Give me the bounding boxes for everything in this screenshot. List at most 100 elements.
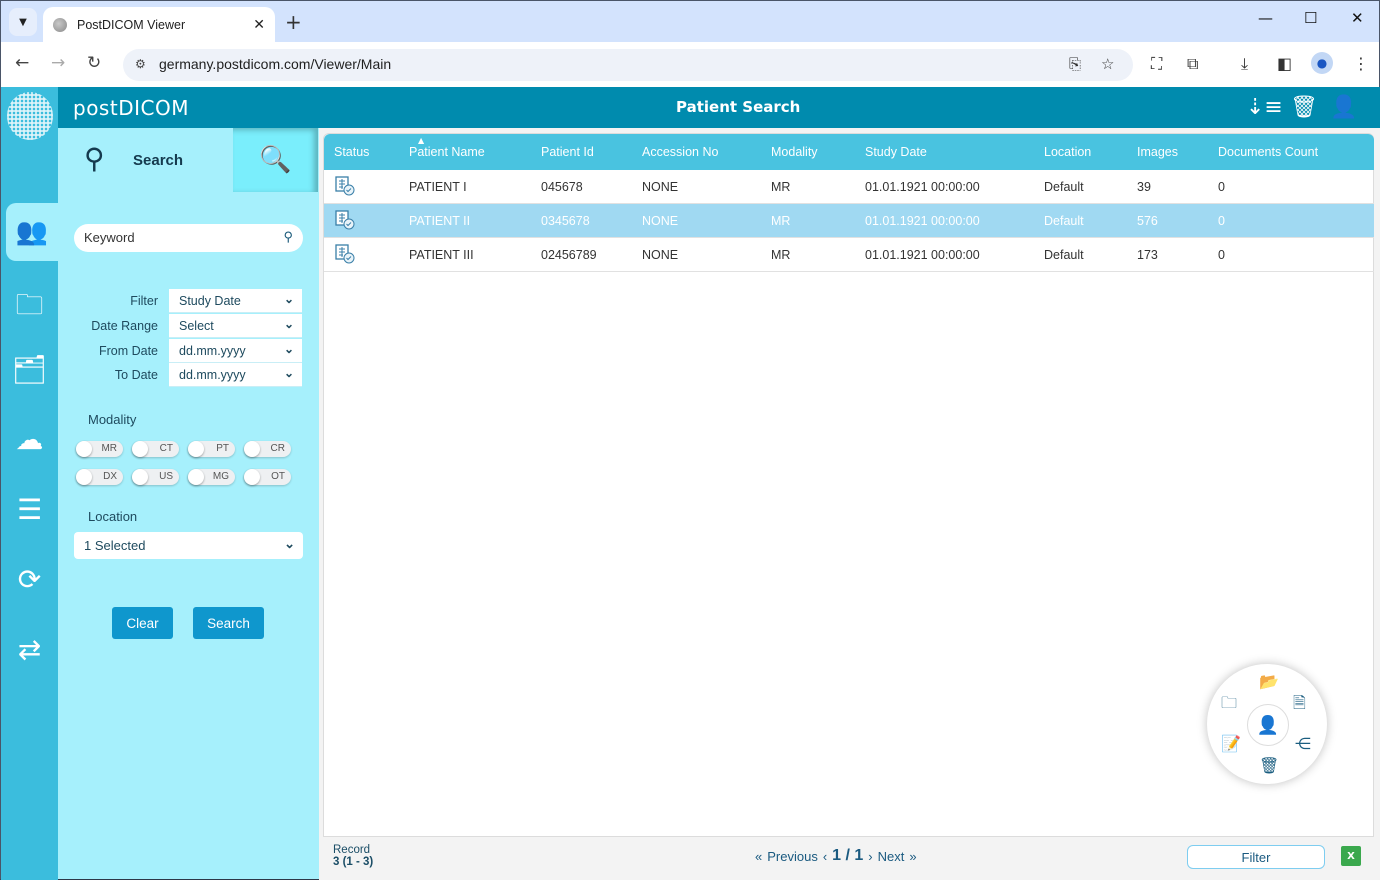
- col-accession-no[interactable]: Accession No: [642, 145, 718, 159]
- share-icon[interactable]: ⋲: [1295, 734, 1311, 753]
- user-icon[interactable]: 👤: [1330, 95, 1357, 120]
- col-images[interactable]: Images: [1137, 145, 1178, 159]
- forward-icon[interactable]: →: [51, 53, 65, 73]
- to-date-input[interactable]: dd.mm.yyyy ⌄: [169, 363, 302, 387]
- excel-export-icon[interactable]: X: [1341, 846, 1361, 866]
- reload-icon[interactable]: ↻: [87, 53, 101, 73]
- open-folder-icon[interactable]: 📂: [1259, 672, 1279, 691]
- keyword-search-icon[interactable]: ⚲: [283, 229, 293, 245]
- chevron-down-icon: ▼: [19, 16, 27, 28]
- rail-worklist[interactable]: ☰: [1, 493, 58, 526]
- date-range-label: Date Range: [91, 319, 158, 333]
- modality-toggle-cr[interactable]: CR: [244, 441, 291, 457]
- add-patient-button[interactable]: 👤: [1247, 704, 1289, 746]
- table-row[interactable]: PATIENT I 045678 NONE MR 01.01.1921 00:0…: [324, 170, 1374, 204]
- close-tab-icon[interactable]: ✕: [253, 17, 265, 33]
- close-window-icon[interactable]: ✕: [1351, 9, 1364, 27]
- modality-toggle-us[interactable]: US: [132, 469, 179, 485]
- chevron-down-icon: ⌄: [283, 342, 294, 356]
- trash-icon[interactable]: 🗑: [1259, 756, 1279, 775]
- table-row[interactable]: PATIENT III 02456789 NONE MR 01.01.1921 …: [324, 238, 1374, 272]
- rail-folders[interactable]: 🗀: [1, 284, 58, 332]
- minimize-icon[interactable]: —: [1258, 9, 1273, 27]
- rail-studies[interactable]: 🗂: [1, 353, 58, 386]
- main-panel: Status ▲ Patient Name Patient Id Accessi…: [319, 128, 1380, 880]
- download-icon[interactable]: ⤓: [1241, 54, 1248, 74]
- first-page-icon[interactable]: «: [755, 849, 762, 864]
- rail-upload[interactable]: ☁: [1, 423, 58, 456]
- new-tab-icon[interactable]: +: [285, 10, 302, 34]
- page-title: Patient Search: [676, 98, 801, 116]
- col-status[interactable]: Status: [334, 145, 369, 159]
- modality-toggle-ot[interactable]: OT: [244, 469, 291, 485]
- col-documents-count[interactable]: Documents Count: [1218, 145, 1318, 159]
- cell-patient-name: PATIENT I: [409, 180, 467, 194]
- bookmark-star-icon[interactable]: ☆: [1101, 55, 1114, 73]
- sync-icon: ⟳: [17, 563, 42, 596]
- record-value: 3 (1 - 3): [333, 856, 374, 868]
- cell-patient-name: PATIENT III: [409, 248, 474, 262]
- rail-patients[interactable]: 👥: [6, 203, 58, 261]
- clear-button[interactable]: Clear: [112, 607, 173, 639]
- site-info-icon[interactable]: ⚙: [135, 57, 146, 71]
- search-button[interactable]: Search: [193, 607, 264, 639]
- extensions-icon[interactable]: ⧉: [1187, 54, 1198, 74]
- col-patient-id[interactable]: Patient Id: [541, 145, 594, 159]
- recycle-bin-icon[interactable]: 🗑: [1290, 95, 1318, 120]
- address-bar[interactable]: ⚙ germany.postdicom.com/Viewer/Main ⎘ ☆: [123, 49, 1133, 81]
- keyword-input[interactable]: Keyword ⚲: [74, 224, 303, 252]
- filter-button[interactable]: Filter: [1187, 845, 1325, 869]
- from-date-input[interactable]: dd.mm.yyyy ⌄: [169, 339, 302, 363]
- cell-modality: MR: [771, 248, 791, 262]
- toggle-knob: [76, 469, 92, 485]
- tab-advanced-search[interactable]: 🔍: [233, 128, 318, 192]
- last-page-icon[interactable]: »: [909, 849, 916, 864]
- previous-button[interactable]: Previous: [767, 849, 818, 864]
- left-rail: 👥 🗀 🗂 ☁ ☰ ⟳ ⇄: [1, 87, 58, 880]
- browser-tab[interactable]: PostDICOM Viewer ✕: [43, 7, 275, 43]
- add-folder-icon[interactable]: 🗀: [1221, 692, 1237, 719]
- translate-icon[interactable]: ⎘: [1069, 55, 1081, 73]
- from-date-row: From Date dd.mm.yyyy ⌄: [61, 339, 303, 363]
- modality-toggle-mg[interactable]: MG: [188, 469, 235, 485]
- cell-modality: MR: [771, 214, 791, 228]
- modality-toggle-mr[interactable]: MR: [76, 441, 123, 457]
- url-text[interactable]: germany.postdicom.com/Viewer/Main: [159, 56, 391, 72]
- rail-sync[interactable]: ⟳: [1, 563, 58, 596]
- more-menu-icon[interactable]: ⋮: [1353, 54, 1369, 73]
- profile-avatar[interactable]: ●: [1311, 52, 1333, 74]
- prev-page-icon[interactable]: ‹: [823, 849, 827, 864]
- modality-toggle-pt[interactable]: PT: [188, 441, 235, 457]
- browser-tabstrip: ▼ PostDICOM Viewer ✕ + — ☐ ✕: [0, 0, 1380, 43]
- logo-globe-icon: [7, 92, 53, 140]
- toggle-label: DX: [103, 471, 117, 482]
- tab-search-dropdown[interactable]: ▼: [9, 8, 37, 36]
- person-icon: ●: [1316, 56, 1328, 70]
- col-patient-name[interactable]: Patient Name: [409, 145, 485, 159]
- tab-search[interactable]: ⚲ Search: [58, 128, 233, 192]
- add-document-icon[interactable]: 🗎: [1293, 692, 1306, 719]
- maximize-icon[interactable]: ☐: [1304, 9, 1317, 27]
- chevron-down-icon: ⌄: [283, 292, 294, 306]
- modality-toggle-ct[interactable]: CT: [132, 441, 179, 457]
- col-location[interactable]: Location: [1044, 145, 1091, 159]
- screenshot-icon[interactable]: ⛶: [1151, 54, 1162, 74]
- col-study-date[interactable]: Study Date: [865, 145, 927, 159]
- back-icon[interactable]: ←: [15, 53, 29, 73]
- col-modality[interactable]: Modality: [771, 145, 818, 159]
- sort-list-icon[interactable]: ⇣≡: [1246, 95, 1283, 120]
- next-button[interactable]: Next: [878, 849, 905, 864]
- modality-toggle-dx[interactable]: DX: [76, 469, 123, 485]
- rail-transfer[interactable]: ⇄: [1, 633, 58, 666]
- next-page-icon[interactable]: ›: [868, 849, 872, 864]
- toggle-label: US: [159, 471, 173, 482]
- cell-study-date: 01.01.1921 00:00:00: [865, 180, 980, 194]
- edit-form-icon[interactable]: 📝: [1221, 734, 1241, 753]
- location-select[interactable]: 1 Selected ⌄: [74, 532, 303, 559]
- study-status-icon: [335, 244, 355, 264]
- filter-select[interactable]: Study Date ⌄: [169, 289, 302, 313]
- side-panel-icon[interactable]: ◧: [1277, 54, 1292, 73]
- date-range-select[interactable]: Select ⌄: [169, 314, 302, 338]
- table-row-selected[interactable]: PATIENT II 0345678 NONE MR 01.01.1921 00…: [324, 204, 1374, 238]
- cell-docs: 0: [1218, 248, 1225, 262]
